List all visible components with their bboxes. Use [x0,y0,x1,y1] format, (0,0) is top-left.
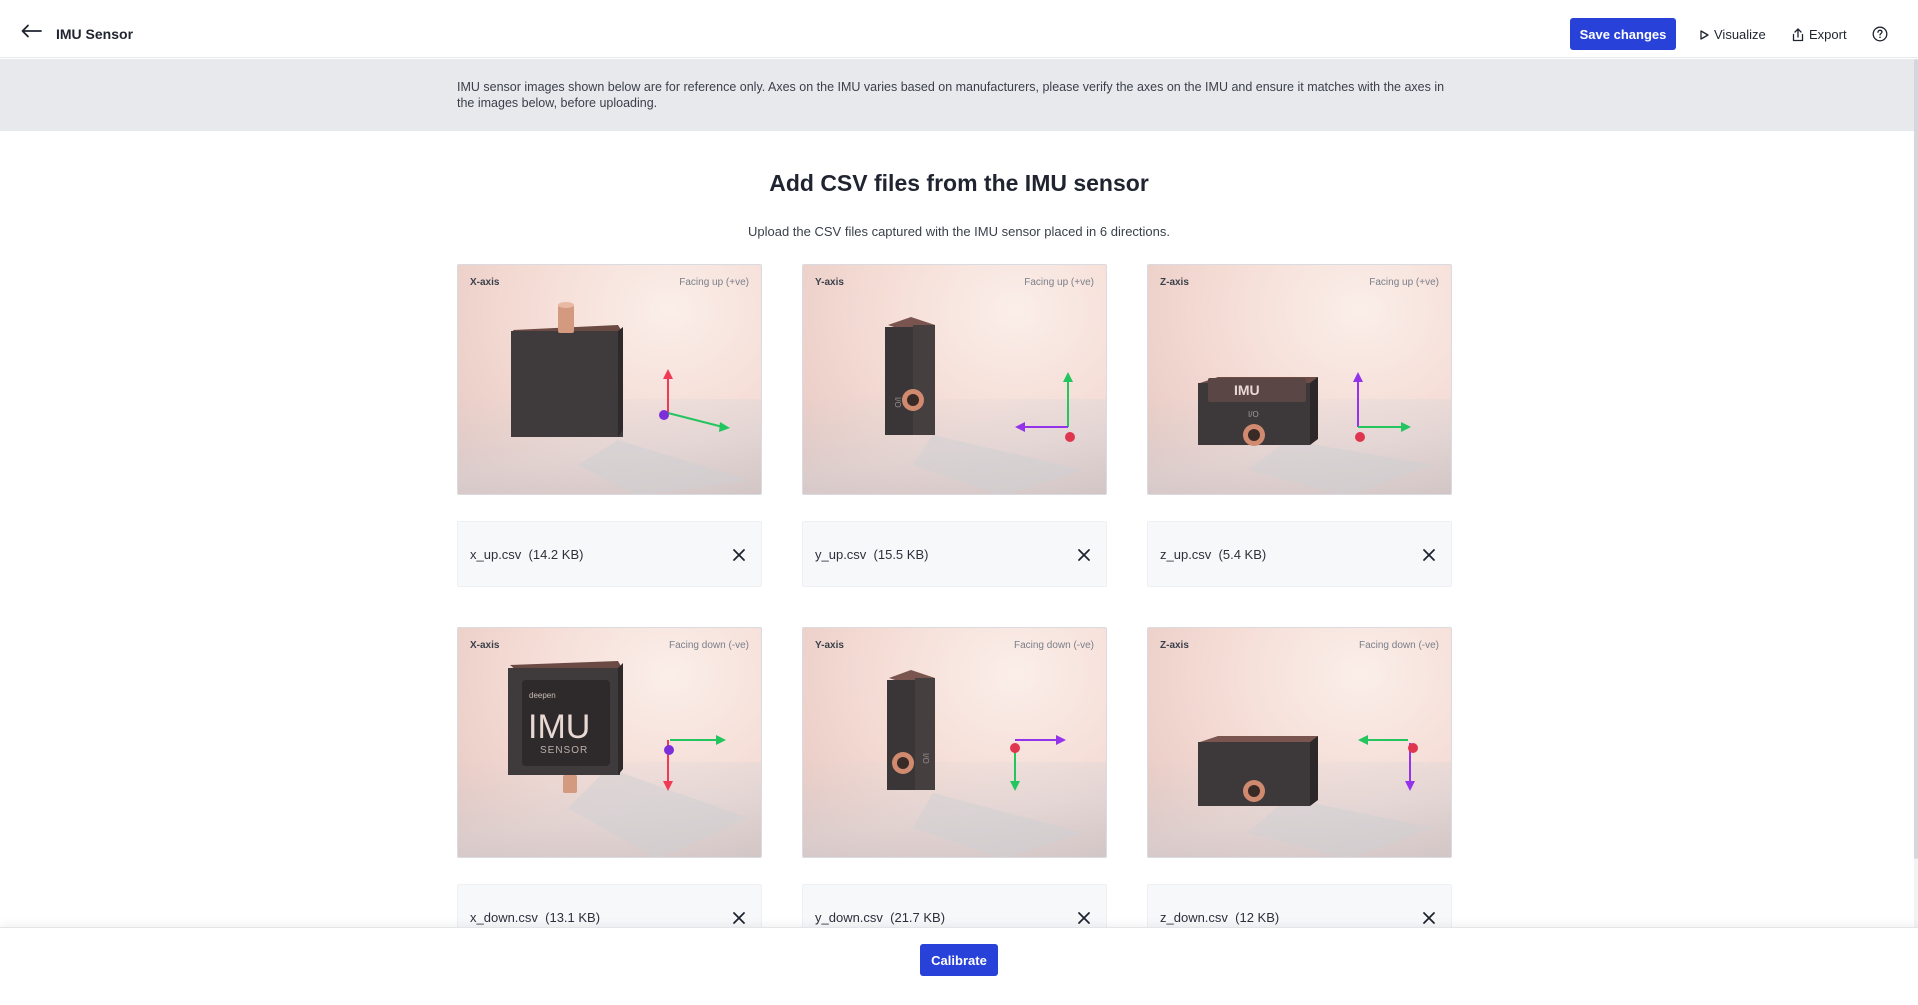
x-axis-down-card: deepen IMU SENSOR X-axis Facing down (-v… [457,627,762,858]
axis-label: X-axis [470,640,500,651]
save-changes-button[interactable]: Save changes [1570,18,1676,50]
uploaded-file-y-up: y_up.csv (15.5 KB) [802,521,1107,587]
direction-label: Facing up (+ve) [679,277,749,288]
arrow-left-icon[interactable] [20,24,42,38]
question-circle-icon[interactable] [1872,26,1888,42]
close-icon[interactable] [1077,548,1091,562]
page-title: IMU Sensor [56,26,134,42]
axis-label: X-axis [470,277,500,288]
port-label: I/O [893,397,902,408]
port-label: I/O [921,753,930,764]
file-name: z_down.csv (12 KB) [1160,910,1280,925]
close-icon[interactable] [1422,548,1436,562]
imu-sensor-image: IMU I/O [1198,372,1433,494]
direction-label: Facing down (-ve) [1358,640,1439,651]
imu-sensor-image [1198,735,1433,857]
axis-label: Y-axis [815,640,844,651]
direction-label: Facing down (-ve) [668,640,749,651]
play-icon [1700,29,1709,40]
imu-sensor-image: deepen IMU SENSOR [508,661,748,857]
axis-label: Z-axis [1160,640,1189,651]
direction-label: Facing up (+ve) [1369,277,1439,288]
export-button[interactable]: Export [1792,27,1847,42]
direction-label: Facing up (+ve) [1024,277,1094,288]
imu-sensor-image: I/O [887,670,1083,857]
file-name: z_up.csv (5.4 KB) [1160,547,1267,562]
imu-sensor-image [511,302,748,494]
uploaded-file-x-up: x_up.csv (14.2 KB) [457,521,762,587]
sensor-brand-label: deepen [529,691,556,700]
close-icon[interactable] [732,548,746,562]
file-name: x_up.csv (14.2 KB) [470,547,584,562]
sensor-brand-name: IMU [528,708,590,746]
visualize-button[interactable]: Visualize [1700,27,1766,42]
file-name: x_down.csv (13.1 KB) [470,910,601,925]
imu-sensor-image: I/O [885,317,1083,494]
calibrate-button[interactable]: Calibrate [920,944,998,976]
close-icon[interactable] [1077,911,1091,925]
sensor-brand-sub: SENSOR [540,745,588,756]
z-axis-down-card: Z-axis Facing down (-ve) [1147,627,1452,858]
info-banner-text: IMU sensor images shown below are for re… [457,80,1445,110]
x-axis-up-card: X-axis Facing up (+ve) [457,264,762,495]
y-axis-up-card: I/O Y-axis Facing up (+ve) [802,264,1107,495]
sensor-brand-name: IMU [1234,382,1260,398]
y-axis-down-card: I/O Y-axis Facing down (-ve) [802,627,1107,858]
section-subtitle: Upload the CSV files captured with the I… [748,224,1170,239]
z-axis-up-card: IMU I/O Z-axis Facing up (+ve) [1147,264,1452,495]
file-name: y_down.csv (21.7 KB) [815,910,946,925]
section-title: Add CSV files from the IMU sensor [769,170,1149,196]
export-icon [1792,27,1804,41]
info-banner: IMU sensor images shown below are for re… [0,59,1916,131]
close-icon[interactable] [732,911,746,925]
direction-label: Facing down (-ve) [1013,640,1094,651]
file-name: y_up.csv (15.5 KB) [815,547,929,562]
port-label: I/O [1248,410,1259,419]
close-icon[interactable] [1422,911,1436,925]
axis-label: Y-axis [815,277,844,288]
uploaded-file-z-up: z_up.csv (5.4 KB) [1147,521,1452,587]
axis-label: Z-axis [1160,277,1189,288]
visualize-label: Visualize [1714,27,1766,42]
export-label: Export [1809,27,1847,42]
